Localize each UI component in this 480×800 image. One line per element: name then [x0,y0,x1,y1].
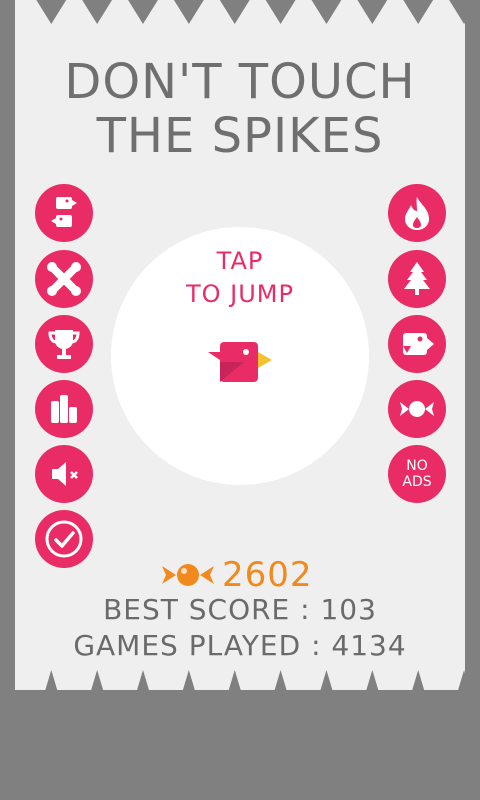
bird-face-icon [403,333,434,355]
two-birds-icon [51,197,77,227]
fire-mode-button[interactable] [388,184,446,242]
sound-toggle-button[interactable] [35,445,93,503]
best-score: BEST SCORE : 103 [103,593,377,626]
tap-label-line2: TO JUMP [185,280,294,308]
leaderboard-icon [51,395,77,423]
leaderboard-button[interactable] [35,380,93,438]
characters-button[interactable] [35,184,93,242]
top-spikes [15,0,465,24]
candy-icon [162,564,214,586]
fire-icon [405,197,429,230]
christmas-mode-button[interactable] [388,250,446,308]
candy-count: 2602 [222,555,313,595]
sound-muted-icon [52,462,78,486]
candy-counter: 2602 [160,555,313,595]
game-title-line2: THE SPIKES [96,108,384,164]
tree-icon [404,262,430,295]
games-played: GAMES PLAYED : 4134 [73,629,407,662]
bird-skins-button[interactable] [388,315,446,373]
bottom-spikes [45,670,465,690]
check-icon [45,520,83,558]
hardcore-mode-button[interactable] [35,250,93,308]
trophy-icon [48,330,80,359]
no-ads-button[interactable]: NO ADS [388,445,446,503]
crossed-bones-icon [47,262,81,296]
tap-label-line1: TAP [216,247,264,275]
game-title-line1: DON'T TOUCH [64,54,416,110]
candy-shop-button[interactable] [388,380,446,438]
confirm-button[interactable] [35,510,93,568]
achievements-button[interactable] [35,315,93,373]
bird-character [208,342,272,382]
candy-icon [400,401,434,417]
